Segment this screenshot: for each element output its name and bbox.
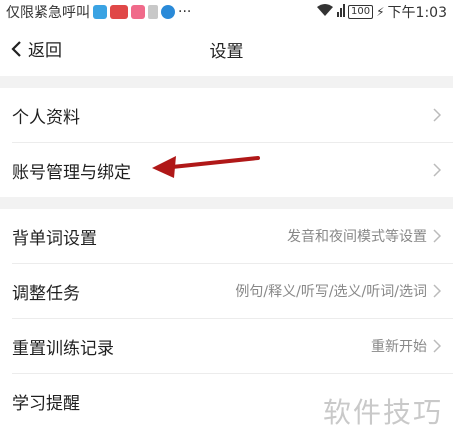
app-notification-icon xyxy=(93,5,107,19)
app-notification-icon xyxy=(148,5,158,19)
settings-item-adjust-tasks[interactable]: 调整任务 例句/释义/听写/选义/听词/选词 xyxy=(0,264,453,318)
chevron-right-icon xyxy=(433,339,441,353)
chevron-right-icon xyxy=(433,229,441,243)
status-right: 100 ⚡ 下午1:03 xyxy=(316,2,447,22)
chevron-right-icon xyxy=(433,284,441,298)
more-notifications-icon: ··· xyxy=(178,4,192,20)
settings-item-label: 重置训练记录 xyxy=(12,338,114,359)
clock: 下午1:03 xyxy=(387,5,447,21)
battery-level: 100 xyxy=(348,5,374,19)
charging-icon: ⚡ xyxy=(376,5,385,19)
settings-item-value: 发音和夜间模式等设置 xyxy=(287,229,427,245)
settings-item-profile[interactable]: 个人资料 xyxy=(0,88,453,142)
section-gap xyxy=(0,76,453,88)
nav-bar: 返回 设置 xyxy=(0,24,453,76)
chevron-right-icon xyxy=(433,163,441,177)
settings-item-value: 重新开始 xyxy=(371,339,427,355)
settings-item-reset-records[interactable]: 重置训练记录 重新开始 xyxy=(0,319,453,373)
app-notification-icon xyxy=(131,5,145,19)
status-bar: 仅限紧急呼叫 ··· 100 ⚡ 下午1:03 xyxy=(0,0,453,24)
app-notification-icon xyxy=(110,5,128,19)
annotation-arrow-icon xyxy=(152,156,260,178)
chevron-right-icon xyxy=(433,108,441,122)
app-notification-icon xyxy=(161,5,175,19)
carrier-text: 仅限紧急呼叫 xyxy=(6,5,90,21)
page-title: 设置 xyxy=(209,42,244,62)
signal-icon xyxy=(337,3,346,21)
settings-item-label: 个人资料 xyxy=(12,107,80,128)
watermark: 软件技巧 xyxy=(322,396,443,429)
section-gap xyxy=(0,197,453,209)
settings-item-value: 例句/释义/听写/选义/听词/选词 xyxy=(235,284,427,300)
wifi-icon xyxy=(316,3,334,21)
settings-item-label: 背单词设置 xyxy=(12,228,97,249)
settings-item-label: 调整任务 xyxy=(12,283,80,304)
status-left: 仅限紧急呼叫 ··· xyxy=(6,2,191,22)
settings-item-word-settings[interactable]: 背单词设置 发音和夜间模式等设置 xyxy=(0,209,453,263)
